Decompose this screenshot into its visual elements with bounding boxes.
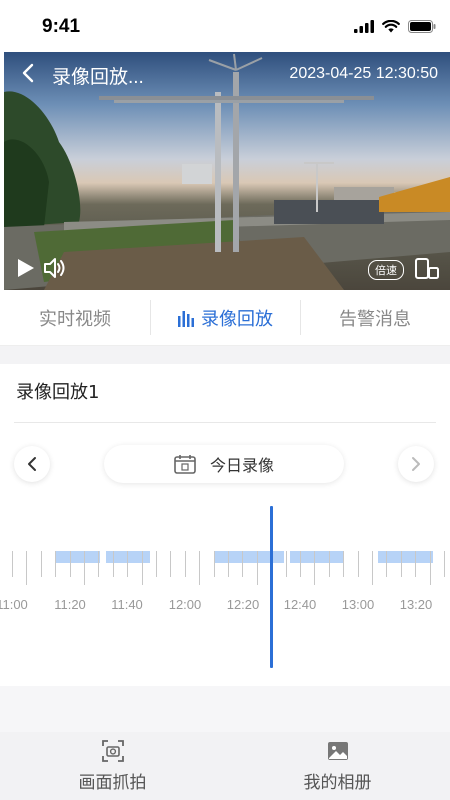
video-timestamp: 2023-04-25 12:30:50 <box>289 65 438 82</box>
timeline-tick <box>285 551 287 577</box>
timeline-tick <box>228 551 229 577</box>
timeline-tick <box>69 551 71 577</box>
timeline-label: 13:00 <box>341 597 375 612</box>
timeline-tick <box>55 551 57 577</box>
album-icon <box>327 741 348 760</box>
tab-label: 告警消息 <box>339 308 411 330</box>
timeline-label: 13:20 <box>399 597 433 612</box>
section-title: 录像回放1 <box>16 382 100 403</box>
status-time: 9:41 <box>42 16 81 37</box>
calendar-icon <box>174 455 196 474</box>
timeline-tick <box>343 551 345 577</box>
battery-icon <box>408 20 436 33</box>
timeline-tick <box>256 551 258 585</box>
snapshot-label: 画面抓拍 <box>78 772 147 793</box>
video-title: 录像回放... <box>52 67 144 88</box>
wifi-icon <box>382 20 400 33</box>
timeline-label: 12:40 <box>283 597 317 612</box>
timeline-tick <box>156 551 157 577</box>
recording-segment <box>290 551 344 563</box>
album-button[interactable]: 我的相册 <box>225 732 450 800</box>
timeline-tick <box>300 551 301 577</box>
timeline-tick <box>328 551 330 577</box>
timeline-tick <box>213 551 215 577</box>
back-arrow-icon[interactable] <box>16 60 42 86</box>
timeline-label: 12:20 <box>226 597 260 612</box>
status-icons <box>354 20 436 33</box>
timeline-tick <box>12 551 13 577</box>
bottom-bar: 画面抓拍 我的相册 <box>0 732 450 800</box>
section-gap <box>0 346 450 364</box>
timeline-tick <box>357 551 359 577</box>
tab-bar: 实时视频 录像回放 告警消息 <box>0 290 450 346</box>
play-icon[interactable] <box>16 257 36 279</box>
next-day-button[interactable] <box>398 446 434 482</box>
timeline-tick <box>40 551 42 577</box>
bar-chart-icon <box>178 310 194 327</box>
recording-segment <box>214 551 284 563</box>
chevron-right-icon <box>412 457 420 471</box>
timeline-tick <box>127 551 129 577</box>
timeline-tick <box>199 551 201 585</box>
snapshot-button[interactable]: 画面抓拍 <box>0 732 225 800</box>
status-bar: 9:41 <box>0 0 450 52</box>
tab-playback[interactable]: 录像回放 <box>150 290 300 345</box>
timeline-tick <box>415 551 417 577</box>
timeline-tick <box>184 551 186 577</box>
timeline-tick <box>26 551 28 585</box>
fullscreen-rotate-icon[interactable] <box>414 256 440 280</box>
camera-capture-icon <box>101 739 124 762</box>
timeline-tick <box>444 551 445 577</box>
timeline-tick <box>141 551 143 585</box>
timeline-tick <box>242 551 244 577</box>
signal-icon <box>354 20 374 33</box>
speed-button[interactable]: 倍速 <box>368 260 404 280</box>
timeline-tick <box>386 551 388 577</box>
timeline-label: 11:20 <box>54 597 86 612</box>
video-player[interactable]: 录像回放... 2023-04-25 12:30:50 倍速 <box>4 52 450 290</box>
album-label: 我的相册 <box>303 772 372 793</box>
date-pill[interactable]: 今日录像 <box>104 445 344 483</box>
tab-label: 实时视频 <box>39 308 111 330</box>
timeline-tick <box>98 551 100 577</box>
recording-segment <box>55 551 100 563</box>
timeline-tick <box>84 551 85 585</box>
section-gap <box>0 686 450 732</box>
timeline-label: 11:00 <box>0 597 28 612</box>
volume-icon[interactable] <box>42 256 68 280</box>
chevron-left-icon <box>28 457 36 471</box>
timeline-tick <box>400 551 402 577</box>
timeline-tick <box>372 551 373 585</box>
timeline-tick <box>112 551 114 577</box>
timeline[interactable]: 11:00 11:20 11:40 12:00 12:20 12:40 13:00 13:20 <box>0 500 450 675</box>
tab-label: 录像回放 <box>201 308 273 330</box>
tab-live-video[interactable]: 实时视频 <box>0 290 150 345</box>
playhead-cursor[interactable] <box>270 506 273 668</box>
divider <box>14 422 436 423</box>
prev-day-button[interactable] <box>14 446 50 482</box>
timeline-label: 12:00 <box>168 597 202 612</box>
date-label: 今日录像 <box>209 456 274 475</box>
timeline-tick <box>170 551 172 577</box>
tab-alarm-messages[interactable]: 告警消息 <box>300 290 450 345</box>
timeline-tick <box>314 551 316 585</box>
date-selector: 今日录像 <box>0 442 450 486</box>
timeline-label: 11:40 <box>111 597 143 612</box>
timeline-tick <box>429 551 431 585</box>
